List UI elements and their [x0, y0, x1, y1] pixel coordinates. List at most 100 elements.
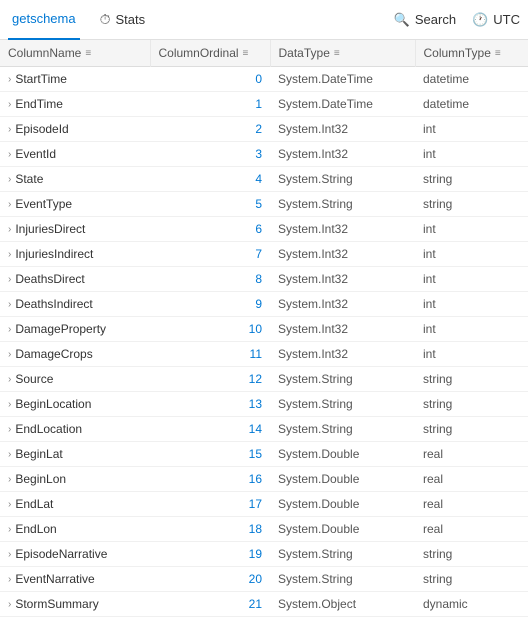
cell-datatype: System.Int32 — [270, 342, 415, 367]
cell-datatype: System.Double — [270, 467, 415, 492]
utc-button[interactable]: 🕐 UTC — [472, 12, 520, 28]
top-bar: getschema ⏱ Stats 🔍 Search 🕐 UTC — [0, 0, 528, 40]
cell-datatype: System.DateTime — [270, 92, 415, 117]
table-row: ›EventType5System.Stringstring — [0, 192, 528, 217]
expand-arrow[interactable]: › — [8, 124, 11, 135]
cell-coltype: string — [415, 392, 528, 417]
cell-ordinal: 7 — [150, 242, 270, 267]
expand-arrow[interactable]: › — [8, 99, 11, 110]
cell-ordinal: 13 — [150, 392, 270, 417]
expand-arrow[interactable]: › — [8, 224, 11, 235]
expand-arrow[interactable]: › — [8, 324, 11, 335]
expand-arrow[interactable]: › — [8, 374, 11, 385]
cell-name: ›DamageProperty — [0, 317, 150, 342]
cell-datatype: System.Object — [270, 592, 415, 617]
cell-datatype: System.DateTime — [270, 67, 415, 92]
search-button[interactable]: 🔍 Search — [394, 12, 456, 28]
cell-ordinal: 4 — [150, 167, 270, 192]
expand-arrow[interactable]: › — [8, 474, 11, 485]
cell-datatype: System.Int32 — [270, 317, 415, 342]
cell-datatype: System.Double — [270, 517, 415, 542]
cell-name: ›EventType — [0, 192, 150, 217]
top-bar-left: getschema ⏱ Stats — [8, 0, 394, 40]
cell-name: › EndLon — [0, 517, 150, 542]
cell-name: ›EndLat — [0, 492, 150, 517]
stats-label: Stats — [116, 12, 146, 27]
expand-arrow[interactable]: › — [8, 499, 11, 510]
cell-datatype: System.String — [270, 167, 415, 192]
expand-arrow[interactable]: › — [8, 599, 11, 610]
table-row: ›EpisodeNarrative19System.Stringstring — [0, 542, 528, 567]
header-data-type[interactable]: DataType ≡ — [270, 40, 415, 67]
cell-name: ›EventId — [0, 142, 150, 167]
row-column-name: BeginLon — [15, 472, 66, 486]
cell-ordinal: 16 — [150, 467, 270, 492]
header-column-type[interactable]: ColumnType ≡ — [415, 40, 528, 67]
row-column-name: EndLon — [15, 522, 56, 536]
expand-arrow[interactable]: › — [8, 74, 11, 85]
cell-datatype: System.String — [270, 367, 415, 392]
cell-ordinal: 11 — [150, 342, 270, 367]
expand-arrow[interactable]: › — [8, 149, 11, 160]
cell-name: ›BeginLat — [0, 442, 150, 467]
cell-coltype: int — [415, 242, 528, 267]
cell-coltype: int — [415, 317, 528, 342]
table-row: ›EndLat17System.Doublereal — [0, 492, 528, 517]
cell-name: ›InjuriesDirect — [0, 217, 150, 242]
row-column-name: StormSummary — [15, 597, 98, 611]
cell-datatype: System.Int32 — [270, 267, 415, 292]
table-row: ›EndTime1System.DateTimedatetime — [0, 92, 528, 117]
table-row: ›DeathsDirect8System.Int32int — [0, 267, 528, 292]
expand-arrow[interactable]: › — [8, 249, 11, 260]
cell-coltype: real — [415, 492, 528, 517]
table-row: ›EndLocation14System.Stringstring — [0, 417, 528, 442]
tab-stats[interactable]: ⏱ Stats — [96, 0, 150, 40]
table-row: ›EpisodeId2System.Int32int — [0, 117, 528, 142]
expand-arrow[interactable]: › — [8, 574, 11, 585]
expand-arrow[interactable]: › — [8, 274, 11, 285]
expand-arrow[interactable]: › — [8, 349, 11, 360]
cell-name: ›EndTime — [0, 92, 150, 117]
expand-arrow[interactable]: › — [8, 299, 11, 310]
expand-arrow[interactable]: › — [8, 549, 11, 560]
table-row: ›DeathsIndirect9System.Int32int — [0, 292, 528, 317]
expand-arrow[interactable]: › — [8, 199, 11, 210]
search-label: Search — [415, 12, 456, 27]
cell-datatype: System.String — [270, 192, 415, 217]
cell-coltype: string — [415, 567, 528, 592]
cell-ordinal: 12 — [150, 367, 270, 392]
cell-name: › BeginLon — [0, 467, 150, 492]
cell-datatype: System.String — [270, 542, 415, 567]
utc-label: UTC — [493, 12, 520, 27]
row-column-name: Source — [15, 372, 53, 386]
cell-ordinal: 9 — [150, 292, 270, 317]
cell-datatype: System.Double — [270, 492, 415, 517]
expand-arrow[interactable]: › — [8, 174, 11, 185]
cell-name: ›EpisodeId — [0, 117, 150, 142]
cell-datatype: System.Double — [270, 442, 415, 467]
tab-getschema[interactable]: getschema — [8, 0, 80, 40]
cell-coltype: datetime — [415, 67, 528, 92]
cell-datatype: System.Int32 — [270, 292, 415, 317]
expand-arrow[interactable]: › — [8, 449, 11, 460]
header-column-ordinal[interactable]: ColumnOrdinal ≡ — [150, 40, 270, 67]
sort-icon-ordinal: ≡ — [243, 48, 249, 59]
cell-ordinal: 10 — [150, 317, 270, 342]
table-row: ›InjuriesDirect6System.Int32int — [0, 217, 528, 242]
search-icon: 🔍 — [394, 12, 410, 28]
row-column-name: EndLocation — [15, 422, 82, 436]
table-row: ›EndLon18System.Doublereal — [0, 517, 528, 542]
table-row: ›DamageProperty10System.Int32int — [0, 317, 528, 342]
getschema-label: getschema — [12, 11, 76, 26]
sort-icon-name: ≡ — [85, 48, 91, 59]
row-column-name: DeathsIndirect — [15, 297, 92, 311]
expand-arrow[interactable]: › — [8, 424, 11, 435]
cell-name: › Source — [0, 367, 150, 392]
table-row: ›StormSummary21System.Objectdynamic — [0, 592, 528, 617]
expand-arrow[interactable]: › — [8, 399, 11, 410]
header-column-name[interactable]: ColumnName ≡ — [0, 40, 150, 67]
expand-arrow[interactable]: › — [8, 524, 11, 535]
cell-coltype: string — [415, 417, 528, 442]
cell-coltype: datetime — [415, 92, 528, 117]
cell-coltype: real — [415, 442, 528, 467]
